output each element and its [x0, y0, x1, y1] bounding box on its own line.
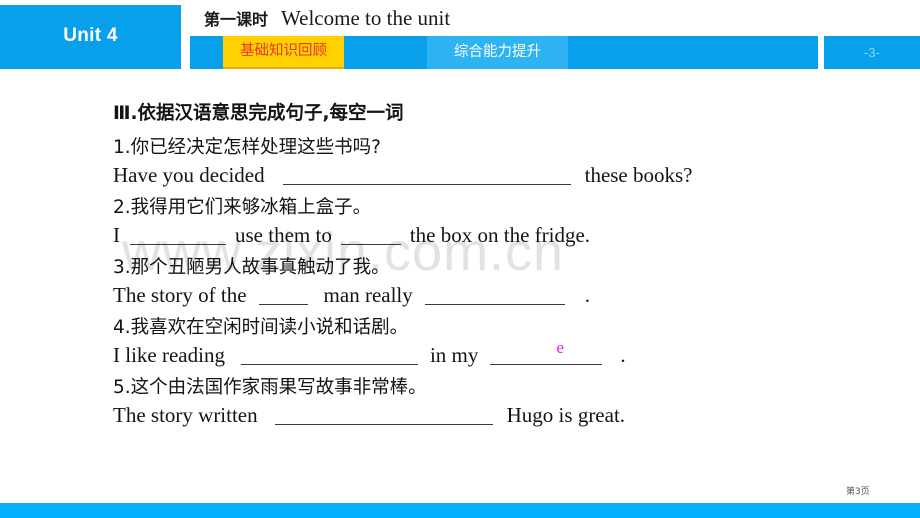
item-3-blank-a[interactable] — [258, 289, 308, 305]
item-2-text-after: the box on the fridge. — [409, 223, 591, 247]
item-3-text-middle: man really — [323, 283, 413, 307]
footer-page-label: 第3页 — [846, 487, 870, 497]
item-5-blank[interactable] — [274, 409, 493, 425]
item-5-english: The story written Hugo is great. — [113, 403, 625, 428]
tab-basic-review[interactable]: 基础知识回顾 — [223, 36, 344, 69]
item-1-text-before: Have you decided — [113, 163, 265, 187]
item-3-english: The story of the man really. — [113, 283, 590, 308]
item-2-text-before: I — [113, 223, 120, 247]
item-5-text-after: Hugo is great. — [506, 403, 626, 427]
item-2-chinese: 2.我得用它们来够冰箱上盒子。 — [113, 197, 372, 218]
item-4-text-middle: in my — [429, 343, 479, 367]
item-5-chinese: 5.这个由法国作家雨果写故事非常棒。 — [113, 377, 427, 398]
unit-badge: Unit 4 — [0, 5, 181, 69]
item-3-text-before: The story of the — [113, 283, 247, 307]
item-1-text-after: these books? — [584, 163, 693, 187]
lesson-title-cn: 第一课时 — [204, 12, 269, 29]
item-2-english: Iuse them to the box on the fridge. — [113, 223, 590, 248]
item-2-blank-a[interactable] — [130, 229, 226, 245]
item-1-english: Have you decided these books? — [113, 163, 693, 188]
slide-content: www.zixin.com.cn Ⅲ.依据汉语意思完成句子,每空一词 1.你已经… — [0, 71, 920, 495]
item-2-blank-b[interactable] — [340, 229, 401, 245]
item-5-text-before: The story written — [113, 403, 258, 427]
item-3-text-after: . — [584, 283, 591, 307]
item-4-blank-a[interactable] — [240, 349, 418, 365]
item-2-text-middle: use them to — [235, 223, 332, 247]
item-4-chinese: 4.我喜欢在空闲时间读小说和话剧。 — [113, 317, 409, 338]
unit-label: Unit 4 — [63, 25, 118, 46]
item-4-english: I like reading in my e. — [113, 338, 626, 367]
item-3-blank-b[interactable] — [424, 289, 565, 305]
item-4-text-before: I like reading — [113, 343, 225, 367]
item-3-chinese: 3.那个丑陋男人故事真触动了我。 — [113, 257, 390, 278]
tab-comprehensive-improvement[interactable]: 综合能力提升 — [427, 36, 568, 69]
item-4-text-after: . — [620, 343, 626, 367]
footer-bar — [0, 503, 920, 518]
item-1-blank[interactable] — [282, 169, 571, 185]
exercise-heading: Ⅲ.依据汉语意思完成句子,每空一词 — [113, 103, 404, 124]
item-1-chinese: 1.你已经决定怎样处理这些书吗? — [113, 137, 381, 158]
lesson-title-en: Welcome to the unit — [281, 6, 451, 30]
tab-bar: 基础知识回顾 综合能力提升 — [190, 36, 818, 69]
header-page-indicator: -3- — [824, 36, 920, 69]
item-4-blank-b[interactable] — [490, 349, 603, 365]
lesson-title: 第一课时 Welcome to the unit — [204, 6, 450, 31]
page-header: Unit 4 第一课时 Welcome to the unit 基础知识回顾 综合… — [0, 0, 920, 71]
